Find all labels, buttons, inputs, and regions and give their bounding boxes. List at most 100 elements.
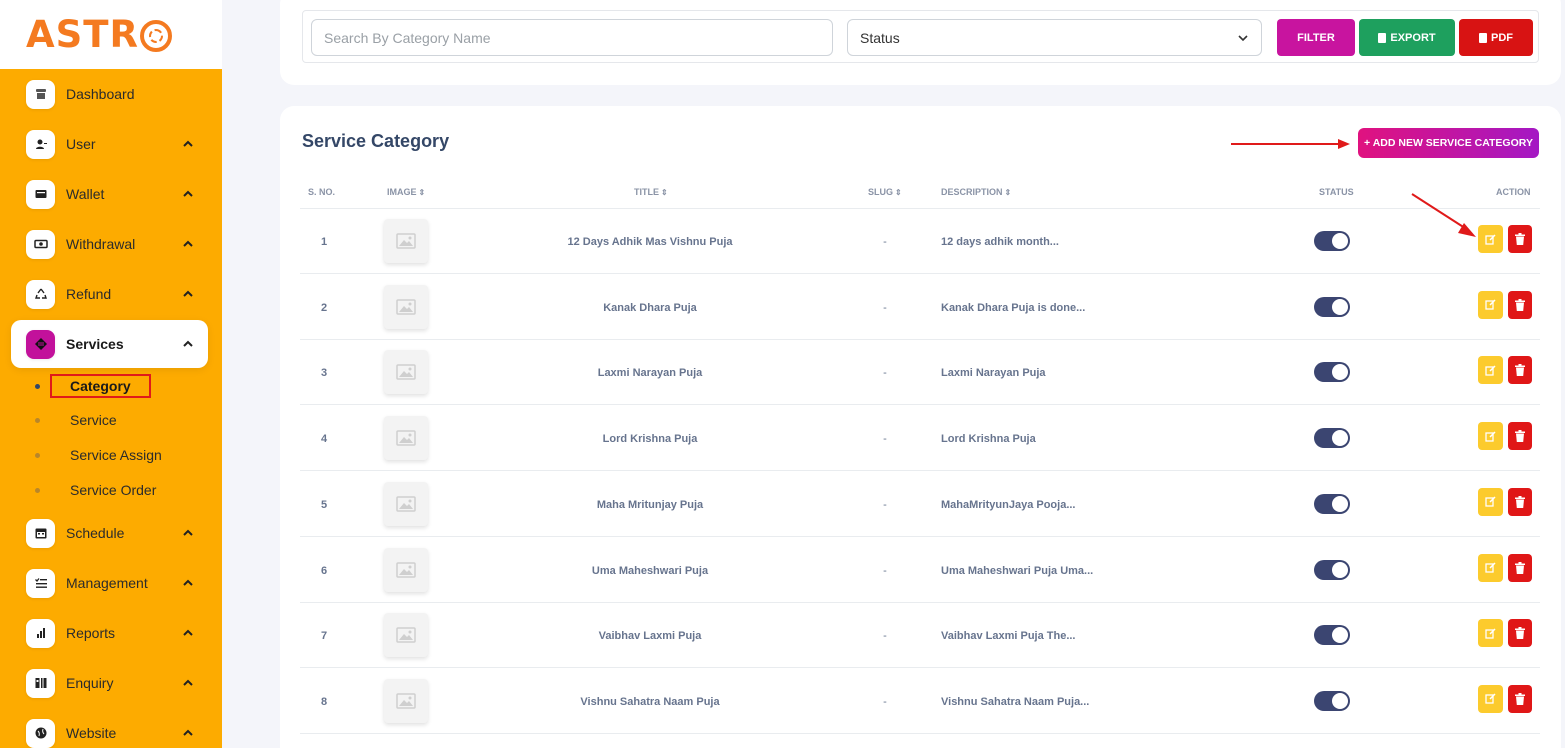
sort-icon: ⇕	[895, 188, 902, 197]
search-input[interactable]	[311, 19, 833, 56]
filter-button[interactable]: FILTER	[1277, 19, 1355, 56]
sidebar-subitem-service-order[interactable]: Service Order	[35, 478, 156, 502]
sidebar-item-reports[interactable]: Reports	[11, 609, 208, 657]
edit-button[interactable]	[1478, 356, 1503, 385]
sidebar-item-management[interactable]: Management	[11, 559, 208, 607]
edit-button[interactable]	[1478, 684, 1503, 713]
status-toggle[interactable]	[1314, 428, 1350, 449]
chevron-up-icon[interactable]	[182, 527, 194, 539]
logo-area: ASTR	[0, 0, 222, 69]
edit-button[interactable]	[1478, 619, 1503, 648]
cell-title: Uma Maheshwari Puja	[591, 564, 709, 577]
toggle-knob	[1332, 430, 1348, 447]
sidebar-item-withdrawal[interactable]: Withdrawal	[11, 220, 208, 268]
annotation-arrow-icon	[1411, 193, 1476, 237]
list-check-icon	[26, 568, 55, 598]
export-button[interactable]: EXPORT	[1359, 19, 1455, 56]
export-button-label: EXPORT	[1390, 31, 1436, 44]
sidebar-subitem-label: Service Assign	[70, 447, 162, 463]
chevron-up-icon[interactable]	[182, 188, 194, 200]
delete-button[interactable]	[1508, 619, 1532, 648]
header-action: ACTION	[1496, 187, 1531, 197]
header-description[interactable]: DESCRIPTION ⇕	[941, 187, 1011, 197]
sidebar-item-services[interactable]: Services	[11, 320, 208, 368]
delete-button[interactable]	[1508, 290, 1532, 319]
sidebar-item-enquiry[interactable]: Enquiry	[11, 659, 208, 707]
user-icon	[26, 129, 55, 159]
cell-sno: 2	[320, 301, 328, 314]
edit-button[interactable]	[1478, 422, 1503, 451]
edit-button[interactable]	[1478, 487, 1503, 516]
status-toggle[interactable]	[1314, 625, 1350, 646]
chevron-up-icon[interactable]	[182, 627, 194, 639]
cell-title: Vaibhav Laxmi Puja	[598, 630, 702, 643]
delete-button[interactable]	[1508, 487, 1532, 516]
header-description-label: DESCRIPTION	[941, 187, 1003, 197]
cell-description: Laxmi Narayan Puja	[941, 367, 1046, 380]
sidebar-item-wallet[interactable]: Wallet	[11, 170, 208, 218]
delete-button[interactable]	[1508, 684, 1532, 713]
status-toggle[interactable]	[1314, 231, 1350, 251]
logo-sun-icon	[140, 19, 173, 52]
status-toggle[interactable]	[1314, 296, 1350, 317]
header-title[interactable]: TITLE ⇕	[634, 187, 668, 197]
logo[interactable]: ASTR	[26, 13, 173, 56]
cell-sno: 7	[320, 630, 328, 643]
sidebar-item-schedule[interactable]: Schedule	[11, 509, 208, 557]
sort-icon: ⇕	[661, 188, 668, 197]
status-toggle[interactable]	[1314, 690, 1350, 711]
cell-slug: -	[883, 367, 887, 380]
delete-button[interactable]	[1508, 225, 1532, 253]
add-service-category-button[interactable]: + ADD NEW SERVICE CATEGORY	[1358, 128, 1539, 158]
edit-button[interactable]	[1478, 553, 1503, 582]
cell-sno: 4	[320, 433, 328, 446]
bullet-dot	[35, 383, 40, 389]
pdf-button[interactable]: PDF	[1459, 19, 1533, 56]
sidebar-item-refund[interactable]: Refund	[11, 270, 208, 318]
edit-button[interactable]	[1478, 225, 1503, 253]
sidebar-item-user[interactable]: User	[11, 120, 208, 168]
bar-chart-icon	[26, 618, 55, 648]
header-slug[interactable]: SLUG ⇕	[868, 187, 902, 197]
chevron-up-icon[interactable]	[182, 338, 194, 350]
sidebar-subitem-category[interactable]: Category	[35, 374, 151, 398]
header-image[interactable]: IMAGE ⇕	[387, 187, 425, 197]
cell-description: Vaibhav Laxmi Puja The...	[941, 630, 1076, 643]
sidebar-subitem-service-assign[interactable]: Service Assign	[35, 443, 162, 467]
status-toggle[interactable]	[1314, 362, 1350, 383]
cell-description: Uma Maheshwari Puja Uma...	[941, 564, 1094, 577]
chevron-up-icon[interactable]	[182, 577, 194, 589]
sidebar-subitem-service[interactable]: Service	[35, 408, 117, 432]
chevron-up-icon[interactable]	[182, 677, 194, 689]
trash-icon	[1515, 627, 1525, 640]
delete-button[interactable]	[1508, 422, 1532, 451]
sidebar-item-website[interactable]: Website	[11, 709, 208, 748]
chevron-up-icon[interactable]	[182, 288, 194, 300]
cell-sno: 3	[320, 367, 328, 380]
table-row: 1 12 Days Adhik Mas Vishnu Puja - 12 day…	[300, 209, 1540, 274]
delete-button[interactable]	[1508, 553, 1532, 582]
pdf-button-label: PDF	[1491, 31, 1513, 44]
sidebar-item-dashboard[interactable]: Dashboard	[11, 70, 208, 118]
sidebar-item-label: Schedule	[66, 525, 125, 541]
chevron-up-icon[interactable]	[182, 727, 194, 739]
status-toggle[interactable]	[1314, 559, 1350, 580]
sidebar-item-label: Refund	[66, 286, 112, 302]
chevron-up-icon[interactable]	[182, 138, 194, 150]
edit-icon	[1485, 496, 1496, 507]
cell-slug: -	[883, 433, 887, 446]
wallet-icon	[26, 179, 55, 209]
header-slug-label: SLUG	[868, 187, 894, 197]
status-select[interactable]: Status	[847, 19, 1262, 56]
edit-button[interactable]	[1478, 290, 1503, 319]
header-title-label: TITLE	[634, 187, 659, 197]
chevron-up-icon[interactable]	[182, 238, 194, 250]
edit-icon	[1485, 628, 1496, 639]
trash-icon	[1515, 495, 1525, 508]
edit-icon	[1485, 299, 1496, 310]
service-category-card: Service Category + ADD NEW SERVICE CATEG…	[280, 106, 1561, 748]
delete-button[interactable]	[1508, 356, 1532, 385]
cell-description: Lord Krishna Puja	[941, 433, 1036, 446]
status-toggle[interactable]	[1314, 493, 1350, 514]
sidebar-subitem-label: Service Order	[70, 482, 157, 498]
